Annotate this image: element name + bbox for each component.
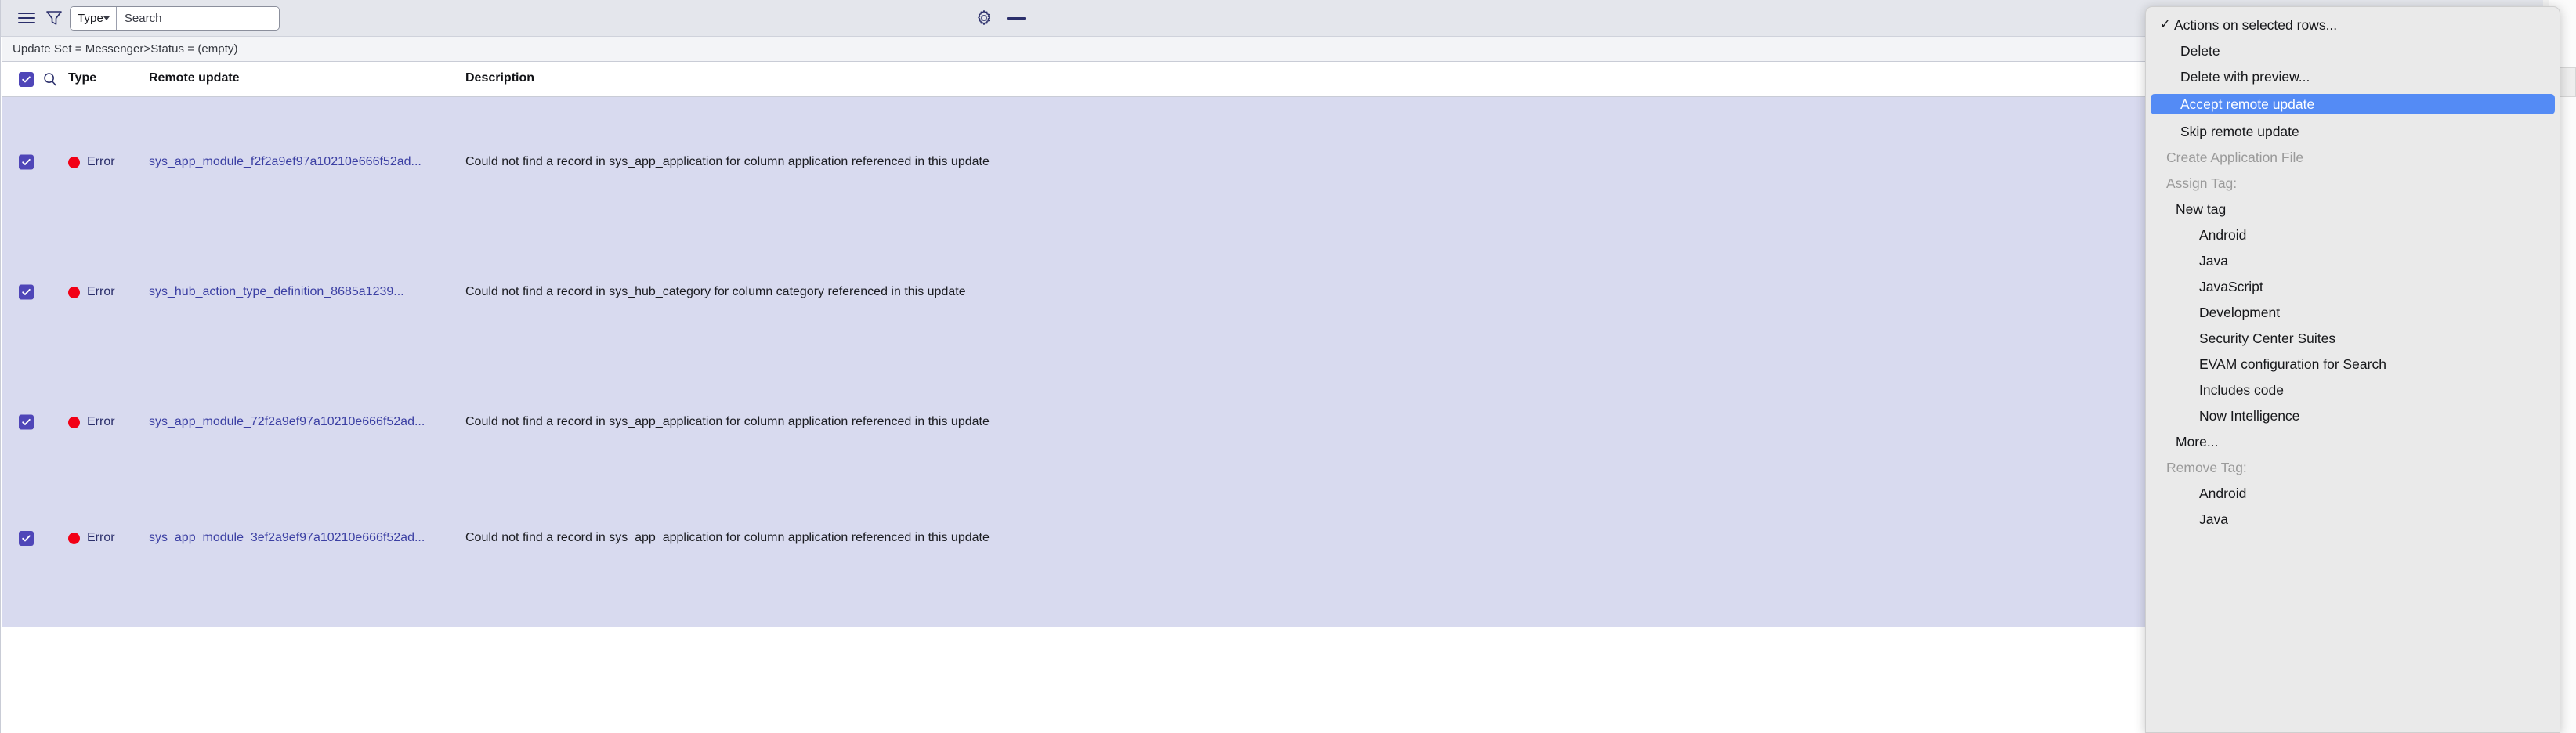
cell-type: Error: [68, 531, 115, 545]
cell-description: Could not find a record in sys_app_appli…: [465, 531, 990, 544]
cell-type-label: Error: [87, 531, 115, 544]
menu-item-label: Delete with preview...: [2180, 69, 2310, 85]
cell-type: Error: [68, 155, 115, 169]
menu-item-assign-tag-development[interactable]: Development: [2154, 304, 2552, 321]
menu-item-label: EVAM configuration for Search: [2199, 356, 2386, 372]
hamburger-menu-icon[interactable]: [16, 9, 37, 27]
column-header-description[interactable]: Description: [465, 71, 534, 85]
menu-item-label: Java: [2199, 511, 2228, 527]
cell-remote-update-link[interactable]: sys_app_module_72f2a9ef97a10210e666f52ad…: [149, 415, 425, 429]
column-header-remote-update[interactable]: Remote update: [149, 71, 240, 85]
menu-item-assign-tag-java[interactable]: Java: [2154, 252, 2552, 269]
menu-section-remove-tag: Remove Tag:: [2154, 459, 2552, 476]
menu-item-label: Android: [2199, 486, 2247, 501]
menu-item-label: Includes code: [2199, 382, 2284, 398]
menu-item-skip-remote-update[interactable]: Skip remote update: [2154, 123, 2552, 140]
menu-item-delete-with-preview[interactable]: Delete with preview...: [2154, 68, 2552, 85]
magnifier-icon[interactable]: [42, 71, 58, 87]
menu-item-label: Delete: [2180, 43, 2220, 59]
cell-remote-update-link[interactable]: sys_app_module_f2f2a9ef97a10210e666f52ad…: [149, 155, 421, 169]
cell-description: Could not find a record in sys_app_appli…: [465, 415, 990, 428]
actions-dropdown-menu[interactable]: ✓ Actions on selected rows... Delete Del…: [2145, 6, 2560, 733]
status-dot-icon: [68, 156, 80, 168]
menu-item-label: Java: [2199, 253, 2228, 269]
menu-item-new-tag[interactable]: New tag: [2154, 200, 2552, 218]
gear-icon[interactable]: [975, 9, 993, 27]
menu-item-remove-tag-android[interactable]: Android: [2154, 485, 2552, 502]
row-checkbox[interactable]: [19, 531, 34, 546]
filter-funnel-icon[interactable]: [44, 9, 64, 27]
chevron-down-icon: [103, 16, 110, 20]
checkmark-icon: ✓: [2160, 18, 2171, 31]
cell-type-label: Error: [87, 285, 115, 298]
menu-item-more[interactable]: More...: [2154, 433, 2552, 450]
menu-item-label: Development: [2199, 305, 2281, 320]
row-checkbox[interactable]: [19, 284, 34, 300]
menu-item-assign-tag-now-intelligence[interactable]: Now Intelligence: [2154, 407, 2552, 424]
cell-type-label: Error: [87, 415, 115, 428]
select-all-checkbox[interactable]: [19, 72, 34, 87]
menu-item-label: Accept remote update: [2180, 96, 2315, 112]
search-input[interactable]: [116, 7, 279, 30]
cell-remote-update-link[interactable]: sys_app_module_3ef2a9ef97a10210e666f52ad…: [149, 531, 425, 545]
menu-item-label: Android: [2199, 227, 2247, 243]
menu-item-assign-tag-security-center-suites[interactable]: Security Center Suites: [2154, 330, 2552, 347]
menu-item-create-application-file: Create Application File: [2154, 149, 2552, 166]
app-root: Type Update Set = Messenger>Status = (em…: [0, 0, 2576, 733]
row-checkbox[interactable]: [19, 414, 34, 430]
menu-section-label: Remove Tag:: [2166, 460, 2247, 475]
row-checkbox[interactable]: [19, 154, 34, 170]
status-dot-icon: [68, 532, 80, 544]
menu-item-label: More...: [2176, 434, 2219, 450]
cell-type: Error: [68, 415, 115, 429]
menu-item-label: Skip remote update: [2180, 124, 2299, 139]
menu-item-label: Security Center Suites: [2199, 330, 2336, 346]
menu-item-label: Now Intelligence: [2199, 408, 2300, 424]
menu-item-label: Actions on selected rows...: [2174, 17, 2338, 33]
search-box: Type: [70, 6, 280, 31]
menu-section-label: Assign Tag:: [2166, 175, 2238, 191]
menu-item-accept-remote-update[interactable]: Accept remote update: [2151, 94, 2555, 114]
menu-item-assign-tag-android[interactable]: Android: [2154, 226, 2552, 244]
cell-type: Error: [68, 285, 115, 299]
type-selector-label: Type: [78, 12, 103, 25]
menu-item-assign-tag-includes-code[interactable]: Includes code: [2154, 381, 2552, 399]
minus-icon[interactable]: [1007, 17, 1026, 20]
status-dot-icon: [68, 416, 80, 428]
column-header-type[interactable]: Type: [68, 71, 96, 85]
menu-item-label: Create Application File: [2166, 150, 2304, 165]
menu-section-assign-tag: Assign Tag:: [2154, 175, 2552, 192]
menu-item-label: JavaScript: [2199, 279, 2263, 294]
cell-description: Could not find a record in sys_app_appli…: [465, 155, 990, 168]
menu-item-label: New tag: [2176, 201, 2227, 217]
menu-item-assign-tag-javascript[interactable]: JavaScript: [2154, 278, 2552, 295]
status-dot-icon: [68, 286, 80, 298]
cell-type-label: Error: [87, 155, 115, 168]
menu-item-delete[interactable]: Delete: [2154, 42, 2552, 60]
menu-item-actions-on-selected-rows[interactable]: ✓ Actions on selected rows...: [2154, 16, 2552, 34]
breadcrumb-text: Update Set = Messenger>Status = (empty): [13, 42, 238, 56]
type-selector[interactable]: Type: [71, 7, 117, 30]
menu-item-remove-tag-java[interactable]: Java: [2154, 511, 2552, 528]
cell-description: Could not find a record in sys_hub_categ…: [465, 285, 966, 298]
menu-item-assign-tag-evam-configuration-for-search[interactable]: EVAM configuration for Search: [2154, 356, 2552, 373]
cell-remote-update-link[interactable]: sys_hub_action_type_definition_8685a1239…: [149, 285, 404, 299]
